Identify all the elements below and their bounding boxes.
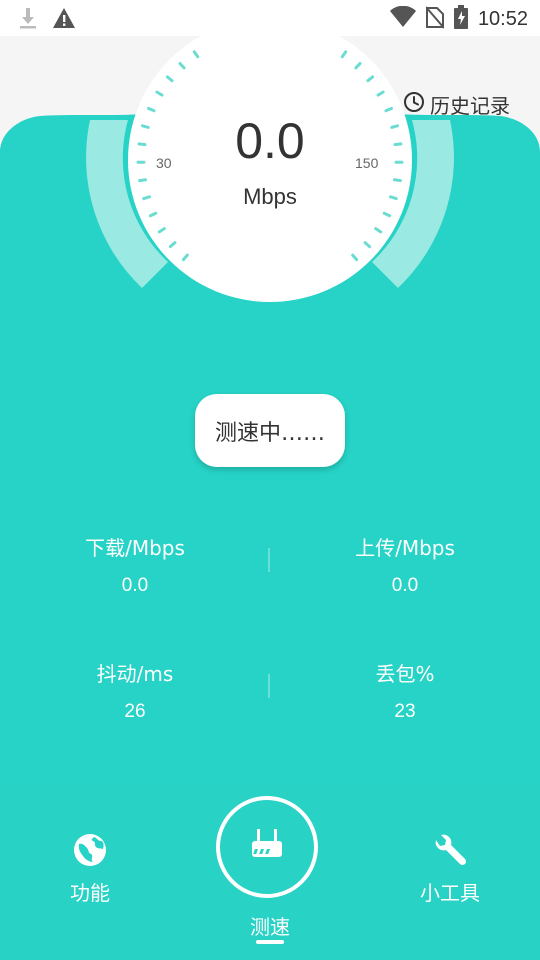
stat-divider (268, 548, 270, 572)
gauge-tick (390, 124, 400, 129)
speedtest-button[interactable] (216, 796, 318, 898)
nav-tools-label: 小工具 (420, 881, 480, 905)
nav-functions-label: 功能 (70, 881, 110, 905)
upload-label: 上传/Mbps (355, 536, 455, 560)
nav-tools[interactable]: 小工具 (405, 832, 495, 906)
upload-stat: 上传/Mbps 0.0 (305, 532, 505, 597)
speed-unit: Mbps (243, 184, 297, 209)
gauge-tick (393, 142, 403, 147)
history-label: 历史记录 (430, 94, 510, 118)
download-value: 0.0 (121, 575, 149, 596)
tick-label-right: 150 (355, 155, 379, 171)
upload-value: 0.0 (391, 575, 419, 596)
speed-value: 0.0 (235, 113, 305, 169)
jitter-stat: 抖动/ms 26 (35, 658, 235, 723)
jitter-label: 抖动/ms (96, 662, 174, 686)
loss-value: 23 (394, 701, 416, 722)
active-indicator (256, 940, 284, 944)
gauge-tick (142, 195, 152, 201)
gauge-tick (388, 195, 398, 201)
loss-stat: 丢包% 23 (305, 658, 505, 723)
gauge-tick (140, 124, 150, 129)
router-icon (247, 827, 285, 867)
gauge-tick (392, 178, 402, 183)
nav-functions[interactable]: 功能 (50, 832, 130, 906)
tick-label-left: 30 (156, 155, 172, 171)
download-stat: 下载/Mbps 0.0 (35, 532, 235, 597)
globe-icon (50, 832, 130, 873)
gauge-tick (138, 178, 148, 183)
jitter-value: 26 (124, 701, 146, 722)
testing-status-button[interactable]: 测速中…… (195, 394, 345, 467)
loss-label: 丢包% (375, 662, 435, 686)
download-label: 下载/Mbps (85, 536, 185, 560)
clock-icon (403, 91, 425, 118)
gauge-tick (137, 142, 147, 147)
stat-divider (268, 674, 270, 698)
wrench-icon (405, 832, 495, 873)
history-button[interactable]: 历史记录 (403, 90, 510, 119)
nav-speedtest-label[interactable]: 测速 (220, 911, 320, 940)
